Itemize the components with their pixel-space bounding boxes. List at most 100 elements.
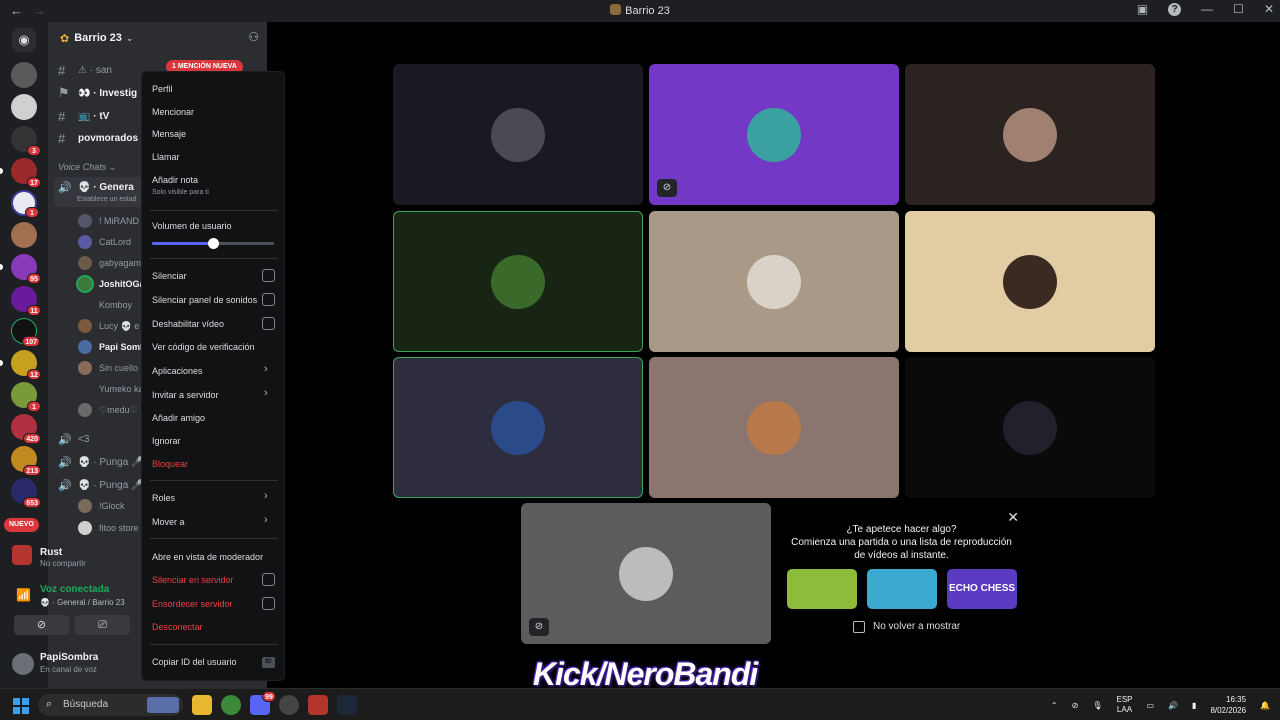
battery-icon[interactable]: ▮: [1192, 701, 1196, 710]
chevron-up-icon[interactable]: ⌃: [1051, 701, 1058, 710]
camera-off-icon[interactable]: ⊘: [1072, 701, 1079, 710]
video-tile-speaking[interactable]: [393, 211, 643, 352]
avatar: [78, 382, 92, 396]
video-tile[interactable]: ⊘: [649, 64, 899, 205]
dont-show-again-label[interactable]: No volver a mostrar: [873, 621, 960, 632]
menu-item-aplicaciones[interactable]: Aplicaciones: [152, 366, 203, 376]
server-icon[interactable]: 1: [11, 190, 39, 218]
video-tile[interactable]: [905, 357, 1155, 498]
server-icon[interactable]: [11, 222, 37, 248]
menu-item-verificacion[interactable]: Ver código de verificación: [152, 342, 255, 352]
volume-slider[interactable]: [152, 238, 274, 249]
promo-line-3: de vídeos al instante.: [854, 550, 949, 561]
video-tile[interactable]: [649, 211, 899, 352]
invite-icon[interactable]: ⚇: [248, 30, 259, 44]
menu-item-silenciar[interactable]: Silenciar: [152, 271, 187, 281]
notifications-icon[interactable]: 🔔: [1260, 701, 1270, 710]
server-icon[interactable]: 11: [11, 286, 41, 316]
game-card[interactable]: [867, 569, 937, 609]
network-icon[interactable]: ▭: [1147, 701, 1155, 710]
menu-item-perfil[interactable]: Perfil: [152, 84, 173, 94]
server-icon[interactable]: 653: [11, 478, 41, 508]
taskbar-search[interactable]: ⌕ Búsqueda: [38, 694, 183, 716]
inbox-icon[interactable]: ▣: [1137, 2, 1148, 16]
clock[interactable]: 16:35 8/02/2026: [1210, 694, 1246, 716]
avatar[interactable]: [12, 653, 34, 675]
server-icon[interactable]: 1: [11, 382, 41, 412]
video-tile[interactable]: ⊘: [521, 503, 771, 644]
voice-connected-channel[interactable]: 💀 · General / Barrio 23: [40, 598, 125, 607]
voice-status[interactable]: Establece un estad: [77, 196, 137, 203]
signal-icon[interactable]: 📶: [16, 588, 31, 602]
voice-connected-label[interactable]: Voz conectada: [40, 584, 109, 595]
obs-icon[interactable]: [279, 695, 299, 715]
video-tile[interactable]: [393, 64, 643, 205]
screen-share-button[interactable]: ⎚: [75, 615, 130, 635]
channel-label: 👀 · Investig: [78, 87, 138, 99]
menu-item-silenciar-servidor[interactable]: Silenciar en servidor: [152, 575, 234, 585]
menu-item-anadir-nota[interactable]: Añadir nota: [152, 175, 198, 185]
microphone-icon[interactable]: 🎙: [1092, 701, 1102, 710]
menu-item-deshabilitar-video[interactable]: Deshabilitar vídeo: [152, 319, 224, 329]
server-header[interactable]: ✿ Barrio 23 ⌄: [48, 22, 267, 54]
category-voice-chats[interactable]: Voice Chats ⌄: [58, 162, 116, 173]
silenciar-servidor-checkbox[interactable]: [262, 573, 275, 586]
silenciar-sonidos-checkbox[interactable]: [262, 293, 275, 306]
server-icon[interactable]: 3: [11, 126, 41, 156]
volume-icon[interactable]: 🔊: [1168, 701, 1178, 710]
deshabilitar-video-checkbox[interactable]: [262, 317, 275, 330]
menu-item-llamar[interactable]: Llamar: [152, 152, 180, 162]
menu-item-moderador[interactable]: Abre en vista de moderador: [152, 552, 263, 562]
steam-icon[interactable]: [337, 695, 357, 715]
file-explorer-icon[interactable]: [192, 695, 212, 715]
server-icon[interactable]: 95: [0, 254, 41, 284]
forum-icon: ⚑: [58, 85, 70, 100]
game-card[interactable]: [787, 569, 857, 609]
channel-label: 💀 · Genera: [78, 181, 134, 193]
discord-icon[interactable]: 99: [250, 691, 276, 715]
camera-off-button[interactable]: ⊘: [14, 615, 69, 635]
volume-slider-handle[interactable]: [208, 238, 219, 249]
user-name[interactable]: PapiSombra: [40, 652, 98, 663]
rust-icon[interactable]: [308, 695, 328, 715]
menu-item-silenciar-sonidos[interactable]: Silenciar panel de sonidos: [152, 295, 257, 305]
menu-item-mensaje[interactable]: Mensaje: [152, 129, 186, 139]
server-icon[interactable]: [11, 94, 37, 120]
discord-home-icon[interactable]: ◉: [12, 28, 36, 52]
menu-item-mencionar[interactable]: Mencionar: [152, 107, 194, 117]
menu-item-bloquear[interactable]: Bloquear: [152, 459, 188, 469]
new-badge[interactable]: NUEVO: [4, 518, 39, 532]
menu-item-desconectar[interactable]: Desconectar: [152, 622, 203, 632]
menu-item-roles[interactable]: Roles: [152, 493, 175, 503]
menu-item-ensordecer-servidor[interactable]: Ensordecer servidor: [152, 599, 233, 609]
channel-label: povmorados: [78, 132, 139, 144]
menu-item-ignorar[interactable]: Ignorar: [152, 436, 181, 446]
language-indicator[interactable]: ESP LAA: [1116, 695, 1132, 715]
server-icon[interactable]: 12: [0, 350, 41, 380]
menu-item-mover[interactable]: Mover a: [152, 517, 185, 527]
avatar: [1003, 254, 1057, 309]
ensordecer-servidor-checkbox[interactable]: [262, 597, 275, 610]
menu-item-anadir-amigo[interactable]: Añadir amigo: [152, 413, 205, 423]
menu-item-invitar[interactable]: Invitar a servidor: [152, 390, 219, 400]
server-icon[interactable]: [11, 62, 37, 88]
video-tile[interactable]: [905, 211, 1155, 352]
game-card-echo-chess[interactable]: ECHO CHESS: [947, 569, 1017, 609]
dont-show-again-checkbox[interactable]: [853, 621, 865, 633]
video-tile[interactable]: [905, 64, 1155, 205]
maximize-button[interactable]: ☐: [1233, 2, 1244, 16]
server-icon[interactable]: 17: [0, 158, 41, 188]
server-icon[interactable]: 213: [11, 446, 41, 476]
menu-item-copiar-id[interactable]: Copiar ID del usuario: [152, 657, 237, 667]
server-icon[interactable]: 107: [11, 318, 40, 347]
minimize-button[interactable]: —: [1201, 2, 1213, 16]
video-tile[interactable]: [649, 357, 899, 498]
server-boost-icon: ✿: [60, 32, 70, 45]
help-icon[interactable]: ?: [1168, 2, 1182, 16]
server-icon[interactable]: 420: [11, 414, 41, 444]
chrome-icon[interactable]: [221, 695, 241, 715]
video-tile-speaking[interactable]: [393, 357, 643, 498]
windows-start-icon[interactable]: [13, 698, 29, 714]
silenciar-checkbox[interactable]: [262, 269, 275, 282]
close-button[interactable]: ✕: [1264, 2, 1274, 16]
